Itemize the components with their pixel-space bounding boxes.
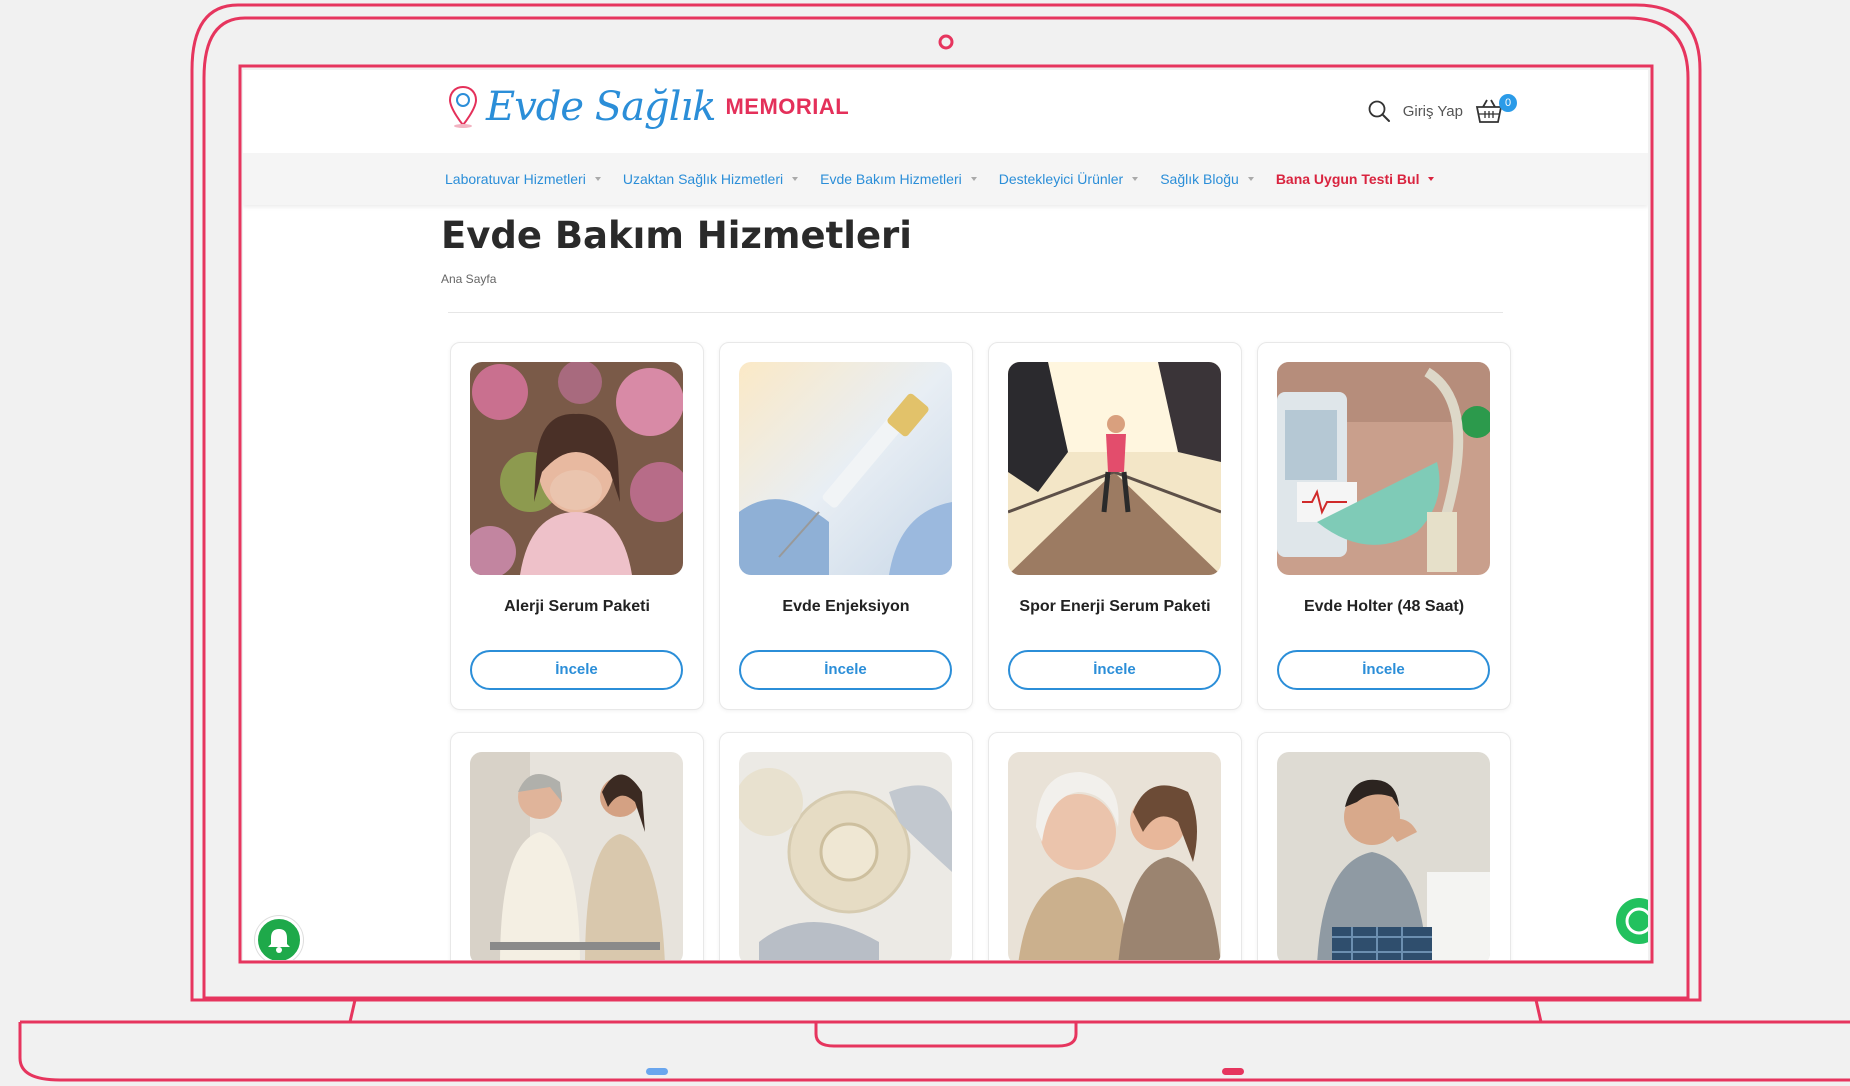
nav-item-label: Laboratuvar Hizmetleri — [445, 171, 586, 187]
product-image[interactable] — [1277, 362, 1490, 575]
product-name: Evde Holter (48 Saat) — [1303, 598, 1465, 615]
chevron-down-icon — [970, 177, 977, 181]
product-image[interactable] — [1008, 752, 1221, 960]
incele-button[interactable]: İncele — [1008, 650, 1221, 690]
product-name: Alerji Serum Paketi — [504, 598, 650, 615]
product-name: Evde Enjeksiyon — [782, 598, 910, 615]
nav-item-evde-bakim[interactable]: Evde Bakım Hizmetleri — [820, 171, 977, 187]
product-card: Evde Holter (48 Saat) İncele — [1257, 342, 1511, 710]
laptop-mockup: Evde Sağlık MEMORIAL Giriş Yap 0 Laborat… — [0, 0, 1850, 1086]
chevron-down-icon — [594, 177, 601, 181]
bell-icon — [268, 929, 290, 953]
notification-button[interactable] — [255, 916, 303, 960]
login-link[interactable]: Giriş Yap — [1403, 103, 1463, 120]
whatsapp-icon — [1625, 907, 1648, 935]
cart-button[interactable]: 0 — [1475, 94, 1517, 124]
nav-item-label: Bana Uygun Testi Bul — [1275, 171, 1420, 187]
product-image[interactable] — [1277, 752, 1490, 960]
cart-count-badge: 0 — [1499, 94, 1517, 112]
product-image[interactable] — [739, 362, 952, 575]
nav-item-destekleyici-urunler[interactable]: Destekleyici Ürünler — [998, 171, 1139, 187]
logo-script-text: Evde Sağlık — [486, 84, 716, 130]
whatsapp-button[interactable] — [1616, 898, 1648, 944]
incele-button[interactable]: İncele — [739, 650, 952, 690]
product-card: Evde Enjeksiyon İncele — [719, 342, 973, 710]
site-logo[interactable]: Evde Sağlık MEMORIAL — [448, 84, 849, 130]
breadcrumb[interactable]: Ana Sayfa — [441, 272, 496, 286]
browser-screen: Evde Sağlık MEMORIAL Giriş Yap 0 Laborat… — [243, 70, 1648, 960]
chevron-down-icon — [1132, 177, 1139, 181]
laptop-indicator-light — [646, 1068, 668, 1075]
laptop-indicator-light — [1222, 1068, 1244, 1075]
chevron-down-icon — [1428, 177, 1435, 181]
product-card — [719, 732, 973, 960]
page-title: Evde Bakım Hizmetleri — [441, 214, 912, 257]
incele-button[interactable]: İncele — [1277, 650, 1490, 690]
logo-brand-text: MEMORIAL — [725, 94, 850, 119]
nav-item-label: Uzaktan Sağlık Hizmetleri — [622, 171, 784, 187]
header-actions: Giriş Yap 0 — [1367, 94, 1517, 124]
site-header: Evde Sağlık MEMORIAL Giriş Yap 0 — [243, 70, 1648, 153]
divider — [448, 312, 1503, 313]
location-pin-icon — [448, 85, 478, 128]
nav-item-label: Destekleyici Ürünler — [998, 171, 1124, 187]
product-card — [450, 732, 704, 960]
nav-item-uzaktan-saglik[interactable]: Uzaktan Sağlık Hizmetleri — [622, 171, 799, 187]
main-nav: Laboratuvar Hizmetleri Uzaktan Sağlık Hi… — [243, 153, 1648, 205]
nav-item-label: Sağlık Bloğu — [1160, 171, 1239, 187]
chevron-down-icon — [1247, 177, 1254, 181]
nav-item-label: Evde Bakım Hizmetleri — [820, 171, 962, 187]
incele-button[interactable]: İncele — [470, 650, 683, 690]
product-image[interactable] — [470, 362, 683, 575]
product-card: Alerji Serum Paketi İncele — [450, 342, 704, 710]
product-card — [1257, 732, 1511, 960]
product-card — [988, 732, 1242, 960]
chevron-down-icon — [792, 177, 799, 181]
product-card: Spor Enerji Serum Paketi İncele — [988, 342, 1242, 710]
search-icon[interactable] — [1367, 99, 1391, 123]
product-image[interactable] — [1008, 362, 1221, 575]
nav-item-laboratuvar[interactable]: Laboratuvar Hizmetleri — [445, 171, 601, 187]
product-name: Spor Enerji Serum Paketi — [1019, 598, 1211, 615]
product-image[interactable] — [470, 752, 683, 960]
nav-item-saglik-blogu[interactable]: Sağlık Bloğu — [1160, 171, 1254, 187]
nav-item-bana-uygun-testi-bul[interactable]: Bana Uygun Testi Bul — [1276, 171, 1435, 187]
product-image[interactable] — [739, 752, 952, 960]
